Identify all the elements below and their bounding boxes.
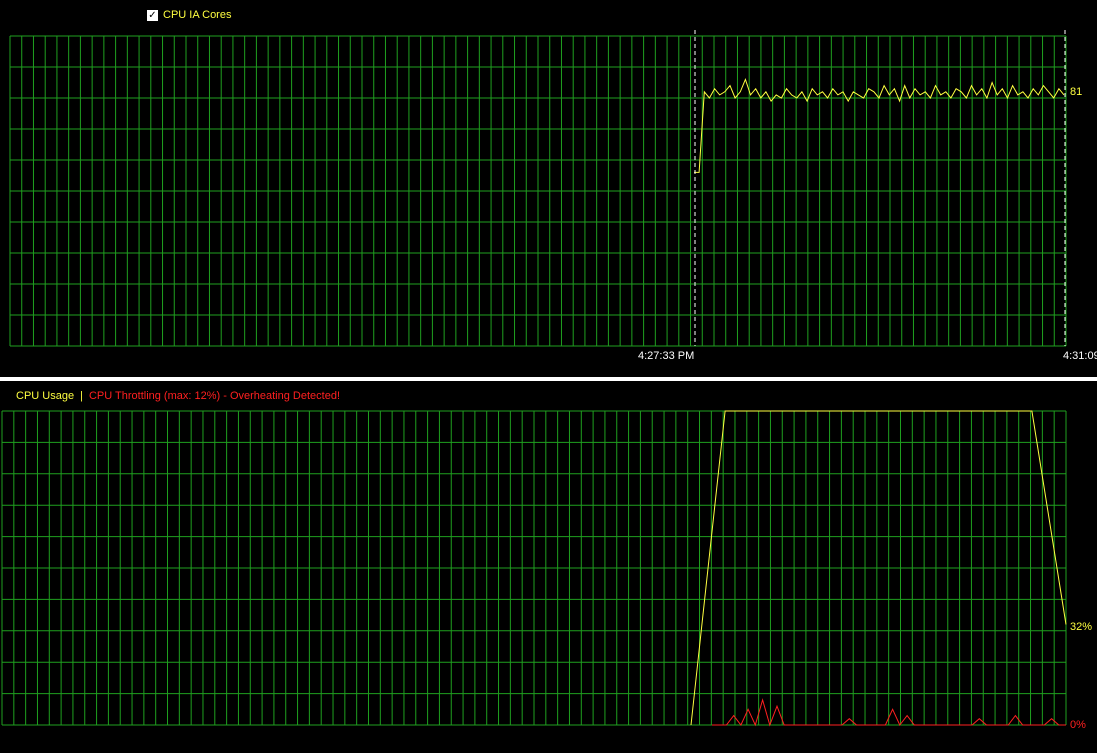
time-end-label: 4:31:09	[1063, 350, 1097, 362]
cpu-usage-label: CPU Usage	[16, 390, 75, 402]
time-start-label: 4:27:33 PM	[638, 350, 695, 362]
temperature-graph	[9, 30, 1067, 347]
cpu-ia-cores-checkbox[interactable]: ✓	[147, 9, 158, 21]
usage-graph	[1, 410, 1067, 727]
usage-legend: CPU Usage | CPU Throttling (max: 12%) - …	[16, 390, 340, 402]
current-usage-label: 32%	[1070, 621, 1093, 633]
usage-graph-panel: CPU Usage | CPU Throttling (max: 12%) - …	[0, 381, 1097, 753]
cpu-ia-cores-label: CPU IA Cores	[163, 9, 232, 21]
throttle-value-label: 0%	[1070, 719, 1086, 731]
temperature-legend: ✓ CPU IA Cores	[147, 9, 231, 21]
current-temperature-label: 81	[1070, 86, 1083, 98]
legend-separator: |	[80, 390, 83, 402]
temperature-graph-panel: ✓ CPU IA Cores 81 4:27:33 PM 4:31:09	[0, 0, 1097, 377]
cpu-throttling-label: CPU Throttling (max: 12%) - Overheating …	[88, 390, 341, 402]
